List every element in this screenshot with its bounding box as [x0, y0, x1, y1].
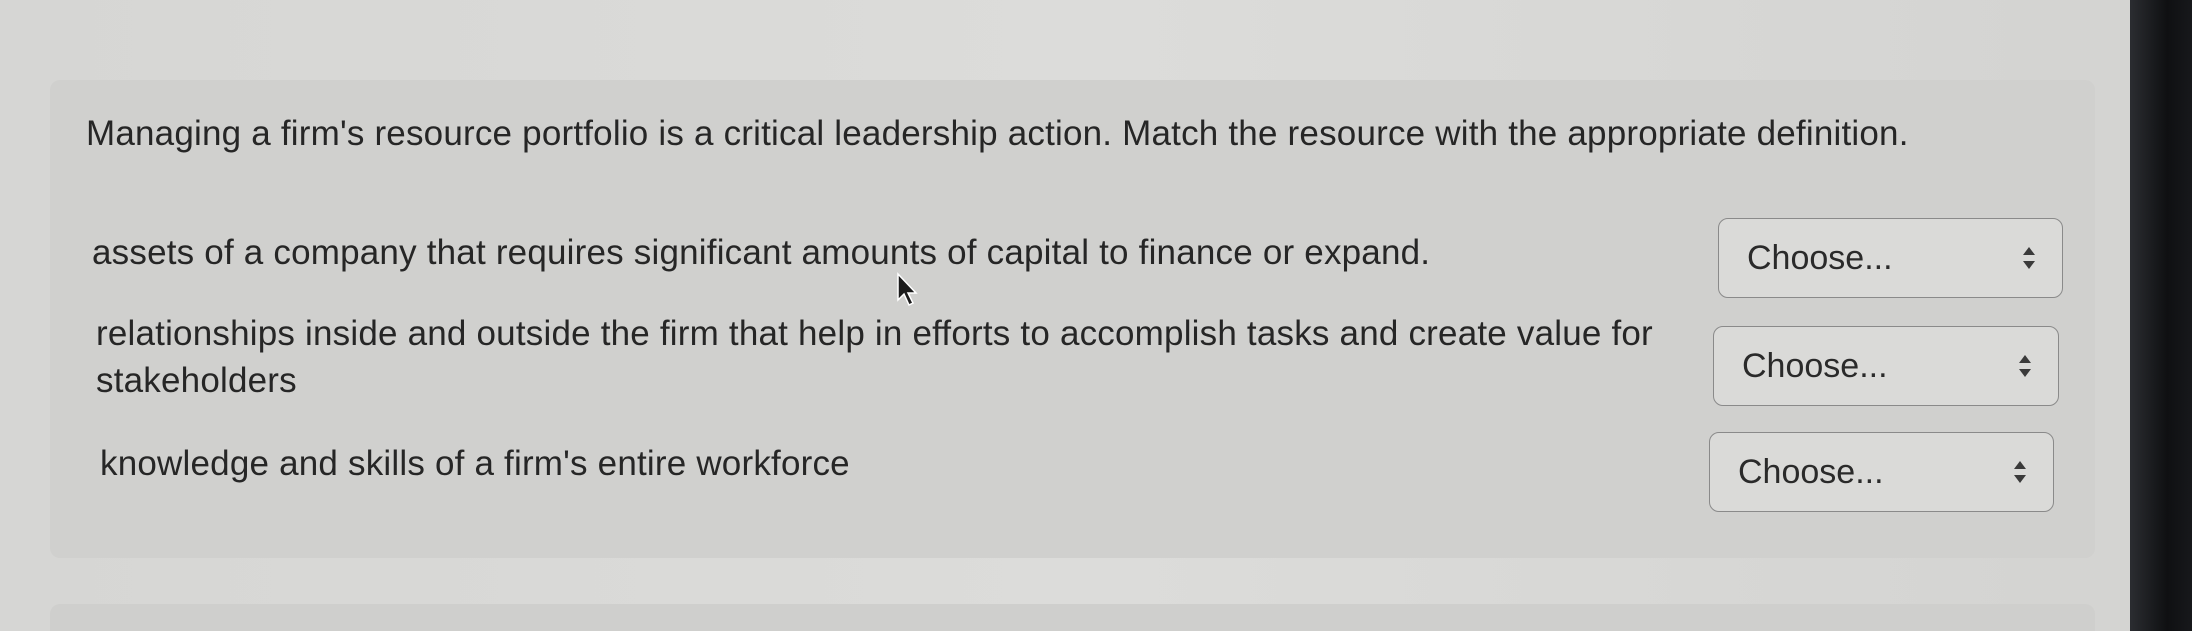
match-select-3[interactable]: Choose... [1709, 432, 2054, 512]
select-value-1: Choose... [1747, 239, 1893, 277]
select-value-3: Choose... [1738, 453, 1884, 491]
definition-text-3: knowledge and skills of a firm's entire … [100, 444, 850, 483]
mouse-cursor-icon [897, 272, 918, 307]
next-panel-edge [50, 604, 2095, 631]
match-select-2[interactable]: Choose... [1713, 326, 2059, 406]
up-down-arrows-icon [2023, 247, 2035, 269]
up-down-arrows-icon [2019, 355, 2031, 377]
monitor-bezel [2130, 0, 2192, 631]
definition-text-1: assets of a company that requires signif… [92, 233, 1431, 272]
question-prompt: Managing a firm's resource portfolio is … [86, 114, 1909, 153]
up-down-arrows-icon [2014, 461, 2026, 483]
select-value-2: Choose... [1742, 347, 1888, 385]
match-select-1[interactable]: Choose... [1718, 218, 2063, 298]
definition-text-2: relationships inside and outside the fir… [96, 314, 1653, 400]
